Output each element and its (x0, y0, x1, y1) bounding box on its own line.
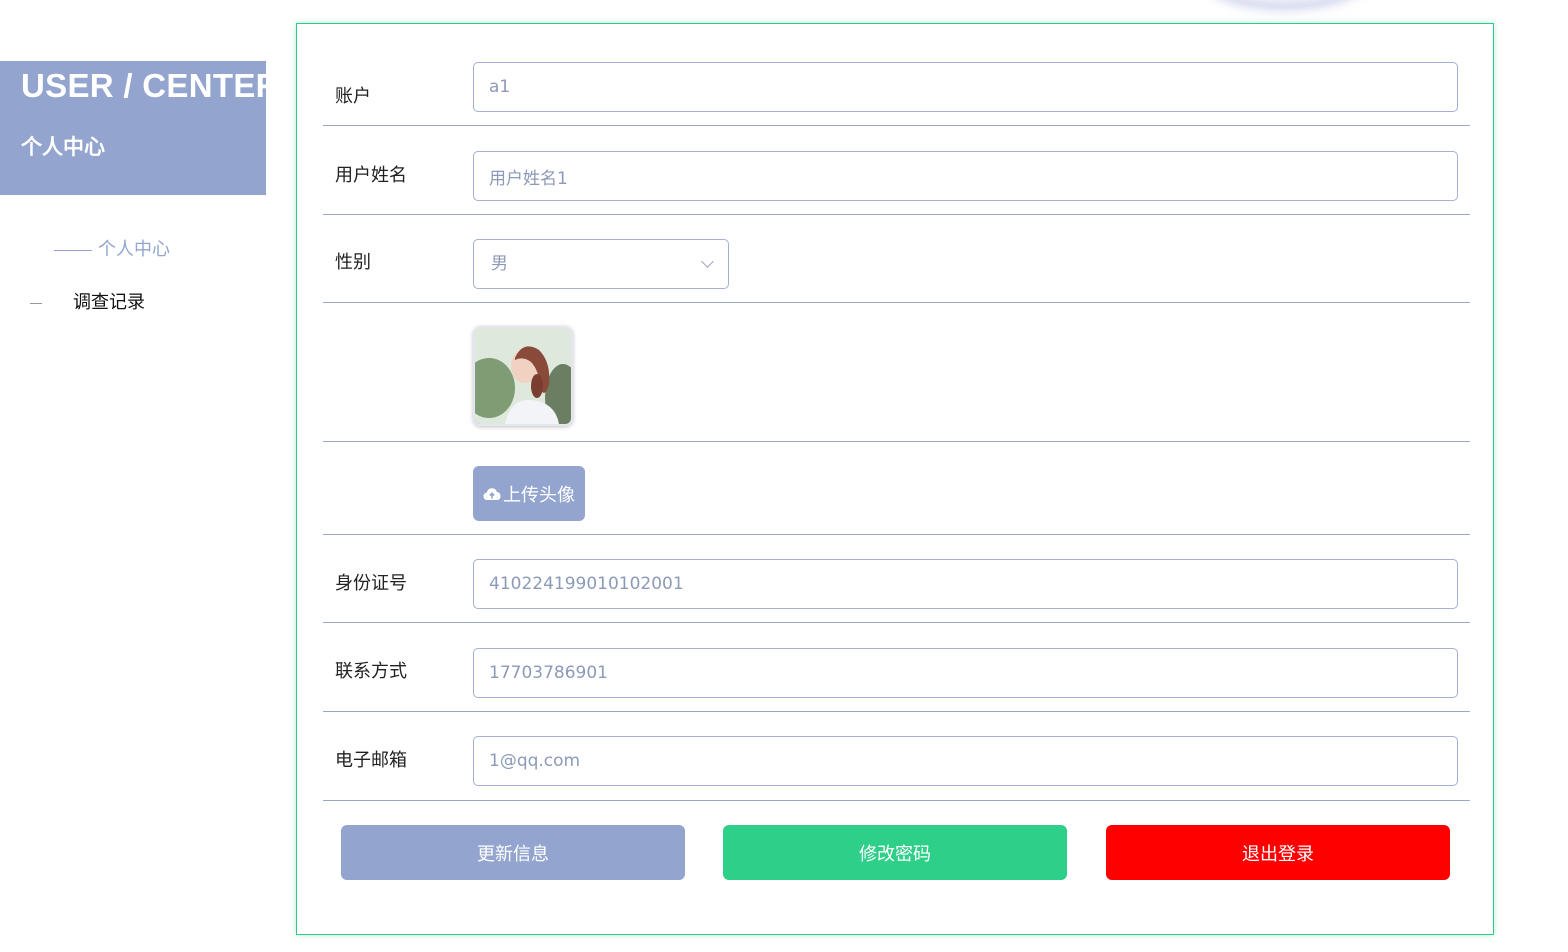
sidebar-title-en: USER / CENTER (21, 67, 280, 104)
change-password-button[interactable]: 修改密码 (723, 825, 1067, 880)
gender-select-value: 男 (491, 254, 508, 274)
name-input[interactable] (473, 151, 1458, 201)
upload-avatar-button[interactable]: 上传头像 (473, 466, 585, 521)
id-number-input[interactable] (473, 559, 1458, 609)
phone-input[interactable] (473, 648, 1458, 698)
email-label: 电子邮箱 (335, 750, 407, 771)
upload-avatar-label: 上传头像 (503, 484, 575, 506)
form-row-name: 用户姓名 (323, 125, 1470, 215)
cloud-upload-icon (483, 487, 501, 500)
form-row-email: 电子邮箱 (323, 711, 1470, 801)
item-indicator (30, 302, 42, 304)
form-row-gender: 性别 男 (323, 214, 1470, 303)
logout-button[interactable]: 退出登录 (1106, 825, 1450, 880)
sidebar-item-label: 调查记录 (73, 292, 145, 313)
gender-label: 性别 (335, 252, 371, 273)
phone-label: 联系方式 (335, 661, 407, 682)
chevron-down-icon (701, 255, 714, 268)
gender-select[interactable]: 男 (473, 239, 729, 289)
form-row-account: 账户 (323, 24, 1470, 126)
profile-form: 账户 用户姓名 性别 男 (296, 23, 1494, 935)
avatar (473, 326, 573, 426)
active-indicator (54, 249, 92, 251)
sidebar-title-cn: 个人中心 (21, 135, 105, 159)
sidebar-header: USER / CENTER 个人中心 (0, 61, 279, 195)
form-row-id-number: 身份证号 (323, 534, 1470, 623)
form-row-avatar (323, 302, 1470, 442)
avatar-image (475, 328, 571, 424)
email-input[interactable] (473, 736, 1458, 786)
id-number-label: 身份证号 (335, 573, 407, 594)
account-label: 账户 (335, 86, 371, 107)
update-info-button[interactable]: 更新信息 (341, 825, 685, 880)
name-label: 用户姓名 (335, 165, 407, 186)
sidebar-item-survey-records[interactable]: 调查记录 (30, 288, 145, 314)
top-decoration (1200, 0, 1370, 6)
sidebar-item-label: 个人中心 (98, 239, 170, 260)
sidebar-item-profile[interactable]: 个人中心 (54, 235, 170, 261)
account-input[interactable] (473, 62, 1458, 112)
form-row-upload: 上传头像 (323, 441, 1470, 535)
form-row-phone: 联系方式 (323, 622, 1470, 712)
